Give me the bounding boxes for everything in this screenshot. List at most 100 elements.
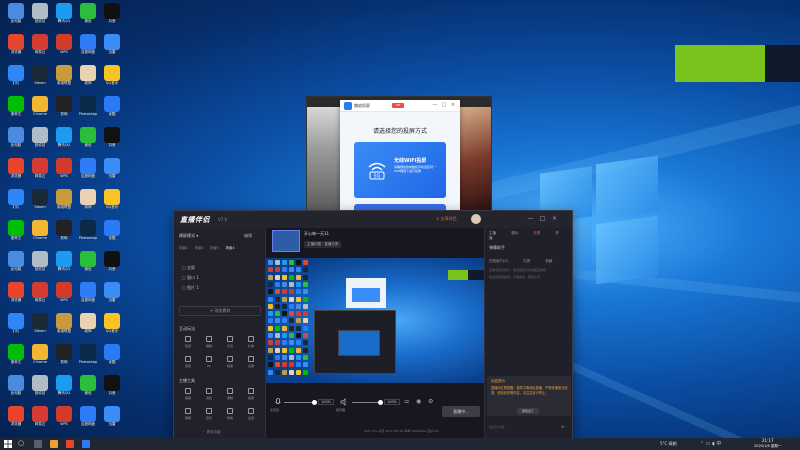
tool-button[interactable]: 贴纸 — [179, 336, 197, 350]
tool-button[interactable]: 美颜 — [179, 388, 197, 402]
acknowledge-button[interactable]: 我知道了 — [517, 408, 539, 414]
tab-scene-4[interactable]: 场景4 — [225, 246, 234, 251]
add-source-button[interactable]: + 添加素材 — [179, 306, 261, 316]
tab-scene-1[interactable]: 场景1 — [179, 246, 188, 251]
speaker-volume-slider[interactable] — [352, 400, 383, 405]
source-item[interactable]: ▢ 图片 1 — [182, 285, 262, 291]
live-companion-window[interactable]: 直播伴侣 V7.6 ⊙ 分享伴侣 — □ × 横屏模式 ▾ 编辑 场景1 场景2… — [173, 210, 573, 438]
share-button[interactable]: ⊙ 分享伴侣 — [436, 216, 457, 222]
tool-button[interactable]: 弹幕 — [179, 408, 197, 422]
desktop-icon[interactable]: QQ音乐 — [98, 312, 126, 342]
desktop-icon[interactable]: 抖音 — [98, 126, 126, 156]
tab-start[interactable]: 开播 — [489, 231, 559, 240]
tool-button[interactable]: 设置 — [242, 408, 260, 422]
clock-time[interactable]: 21:17 — [762, 438, 774, 443]
tool-button[interactable]: 录制 — [221, 388, 239, 402]
wifi-projection-card[interactable]: 5G 无线WiFi投屏 请确保您的电脑和手机连接同一WiFi网络下进行投屏 — [354, 142, 446, 198]
explorer-icon[interactable] — [50, 440, 58, 448]
avatar[interactable] — [471, 214, 481, 224]
task-view-icon[interactable] — [34, 440, 42, 448]
minimize-button[interactable]: — — [526, 214, 535, 223]
desktop-icon[interactable]: QQ音乐 — [98, 64, 126, 94]
app-icon — [80, 3, 96, 19]
camera-icon[interactable]: ◉ — [416, 398, 421, 405]
tool-icon — [248, 388, 254, 394]
windows-start-icon[interactable] — [3, 439, 13, 449]
minimize-button[interactable]: — — [432, 102, 438, 108]
mic-volume-value: 100% — [318, 399, 335, 405]
tab-scene-2[interactable]: 场景2 — [194, 246, 203, 251]
desktop-icon-label: QQ音乐 — [105, 81, 119, 85]
source-item[interactable]: ▢ 全屏 — [182, 265, 262, 271]
desktop-icon[interactable]: 优酷 — [98, 95, 126, 125]
scene-mode-dropdown[interactable]: 横屏模式 ▾ — [179, 233, 198, 239]
projection-dialog[interactable]: 傲软投屏 VIP — □ × 请选择您的投屏方式 5G 无线WiFi投屏 请确保… — [340, 100, 460, 214]
close-button[interactable]: × — [450, 102, 456, 108]
tool-label: 特效 — [226, 416, 233, 420]
room-title-tab[interactable]: 开心每一天11 — [304, 231, 329, 237]
title-category-bar[interactable]: 主播标题 · 直播分类 — [304, 241, 342, 248]
tool-icon — [206, 336, 212, 342]
desktop-icon[interactable]: QQ音乐 — [98, 188, 126, 218]
tray-icons[interactable]: ⌃ ▭ ◖ 中 — [700, 440, 721, 447]
tool-button[interactable]: 连线 — [179, 356, 197, 370]
desktop-icon[interactable]: 迅雷 — [98, 405, 126, 435]
edit-button[interactable]: 编辑 — [244, 233, 252, 239]
tool-button[interactable]: 滤镜 — [200, 388, 218, 402]
maximize-button[interactable]: □ — [441, 102, 447, 108]
desktop-icon[interactable]: 迅雷 — [98, 157, 126, 187]
tab-gift[interactable]: 礼物 — [533, 231, 540, 235]
tool-button[interactable]: 截屏 — [242, 388, 260, 402]
chat-input[interactable]: 说点什么吧... — [489, 425, 559, 429]
tab-online-users[interactable]: 在线用户(0) — [489, 259, 508, 263]
tab-anchor[interactable]: 主播 — [489, 231, 496, 235]
tool-label: 录制 — [226, 396, 233, 400]
clock-date[interactable]: 2020/1/6 星期一 — [754, 444, 781, 449]
tool-label: 音乐 — [205, 416, 212, 420]
vip-badge[interactable]: VIP — [392, 103, 404, 108]
preview-icon — [282, 289, 287, 295]
projection-taskbar-icon[interactable] — [82, 440, 90, 448]
live-preview[interactable] — [266, 258, 484, 383]
gear-icon[interactable]: ⚙ — [428, 398, 433, 405]
desktop-icon[interactable]: 优酷 — [98, 219, 126, 249]
desktop-icon[interactable]: 抖音 — [98, 250, 126, 280]
desktop-icon[interactable]: 迅雷 — [98, 281, 126, 311]
weather-tray[interactable]: 5°C 晴朗 — [660, 441, 677, 447]
preview-icon — [275, 289, 280, 295]
live-app-taskbar-icon[interactable] — [66, 440, 74, 448]
tool-button[interactable]: 音乐 — [200, 408, 218, 422]
tool-button[interactable]: PK — [200, 356, 218, 370]
send-icon[interactable]: ➤ — [561, 424, 569, 430]
tab-contribution[interactable]: 贡献 — [545, 259, 552, 263]
scene-thumbnail[interactable] — [272, 230, 300, 252]
close-button[interactable]: × — [550, 214, 559, 223]
mic-volume-slider[interactable] — [284, 400, 317, 405]
desktop-icon[interactable]: 迅雷 — [98, 33, 126, 63]
speaker-icon[interactable] — [340, 398, 348, 406]
app-logo: 直播伴侣 — [180, 216, 210, 224]
speaker-volume-value: 100% — [384, 399, 401, 405]
window-titlebar[interactable]: 直播伴侣 V7.6 ⊙ 分享伴侣 — □ × — [174, 211, 572, 228]
start-live-button[interactable]: 直播中... — [442, 406, 480, 417]
desktop-icon[interactable]: 优酷 — [98, 343, 126, 373]
search-icon[interactable]: ○ — [18, 439, 24, 447]
maximize-button[interactable]: □ — [538, 214, 547, 223]
tool-button[interactable]: 投票 — [221, 356, 239, 370]
tool-button[interactable]: 点歌 — [242, 356, 260, 370]
equalizer-icon[interactable]: ⚌ — [404, 398, 409, 405]
tab-scene-3[interactable]: 场景3 — [210, 246, 219, 251]
more-tools-button[interactable]: ··· 更多功能 — [202, 430, 220, 435]
tool-button[interactable]: 红包 — [221, 336, 239, 350]
desktop-icon[interactable]: 抖音 — [98, 374, 126, 404]
tool-button[interactable]: 福袋 — [200, 336, 218, 350]
tab-audience[interactable]: 观众 — [511, 231, 518, 235]
preview-icon — [303, 325, 308, 331]
desktop-icon-label: 优酷 — [108, 112, 116, 116]
desktop-icon[interactable]: 抖音 — [98, 2, 126, 32]
tool-button[interactable]: 礼物 — [242, 336, 260, 350]
tool-button[interactable]: 特效 — [221, 408, 239, 422]
source-item[interactable]: ▢ 窗口 1 — [182, 275, 262, 281]
microphone-icon[interactable] — [274, 398, 282, 406]
tab-gifts[interactable]: 礼物 — [523, 259, 530, 263]
